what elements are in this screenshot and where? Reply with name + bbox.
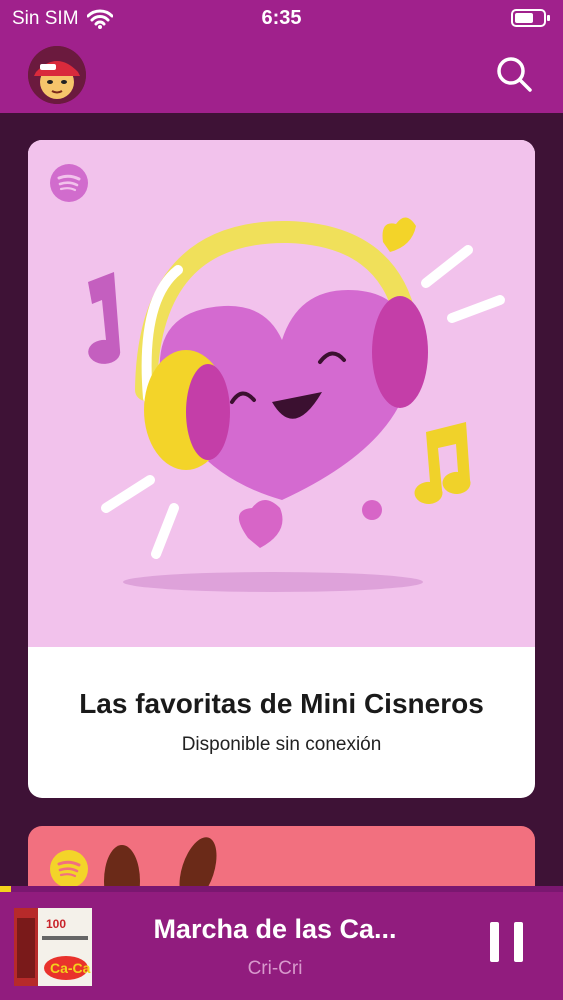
track-cover-art[interactable]: 100 Ca-Ca <box>14 908 92 986</box>
playlist-title: Las favoritas de Mini Cisneros <box>79 688 484 719</box>
heart-with-headphones-illustration <box>88 217 505 592</box>
spotify-icon <box>50 164 88 202</box>
double-note-icon <box>414 422 471 504</box>
now-playing-bar[interactable]: 100 Ca-Ca Marcha de las Ca... Cri-Cri <box>0 886 563 1000</box>
playlist-cover <box>28 140 535 647</box>
track-title[interactable]: Marcha de las Ca... <box>110 914 440 945</box>
status-bar: Sin SIM 6:35 <box>0 0 563 38</box>
status-time: 6:35 <box>261 7 302 29</box>
music-note-icon <box>88 272 121 364</box>
album-cover-image: 100 Ca-Ca <box>14 908 92 986</box>
pause-button[interactable] <box>486 922 528 966</box>
svg-text:100: 100 <box>46 917 66 931</box>
search-icon <box>497 57 532 92</box>
pause-icon-bar <box>514 922 523 962</box>
top-bar: Sin SIM 6:35 <box>0 0 563 113</box>
profile-avatar[interactable] <box>28 46 86 104</box>
small-heart-icon <box>382 217 416 252</box>
svg-text:Ca-Ca: Ca-Ca <box>50 960 91 976</box>
playlist-subtitle: Disponible sin conexión <box>181 734 382 755</box>
progress-fill <box>0 886 12 892</box>
track-artist[interactable]: Cri-Cri <box>110 958 440 980</box>
search-button[interactable] <box>494 54 534 94</box>
battery-icon <box>511 9 550 27</box>
playlist-card[interactable]: Las favoritas de Mini Cisneros Disponibl… <box>28 140 535 798</box>
spotify-icon <box>50 850 88 888</box>
avatar-icon <box>28 46 86 104</box>
progress-track <box>0 886 563 892</box>
pause-icon <box>490 922 499 962</box>
